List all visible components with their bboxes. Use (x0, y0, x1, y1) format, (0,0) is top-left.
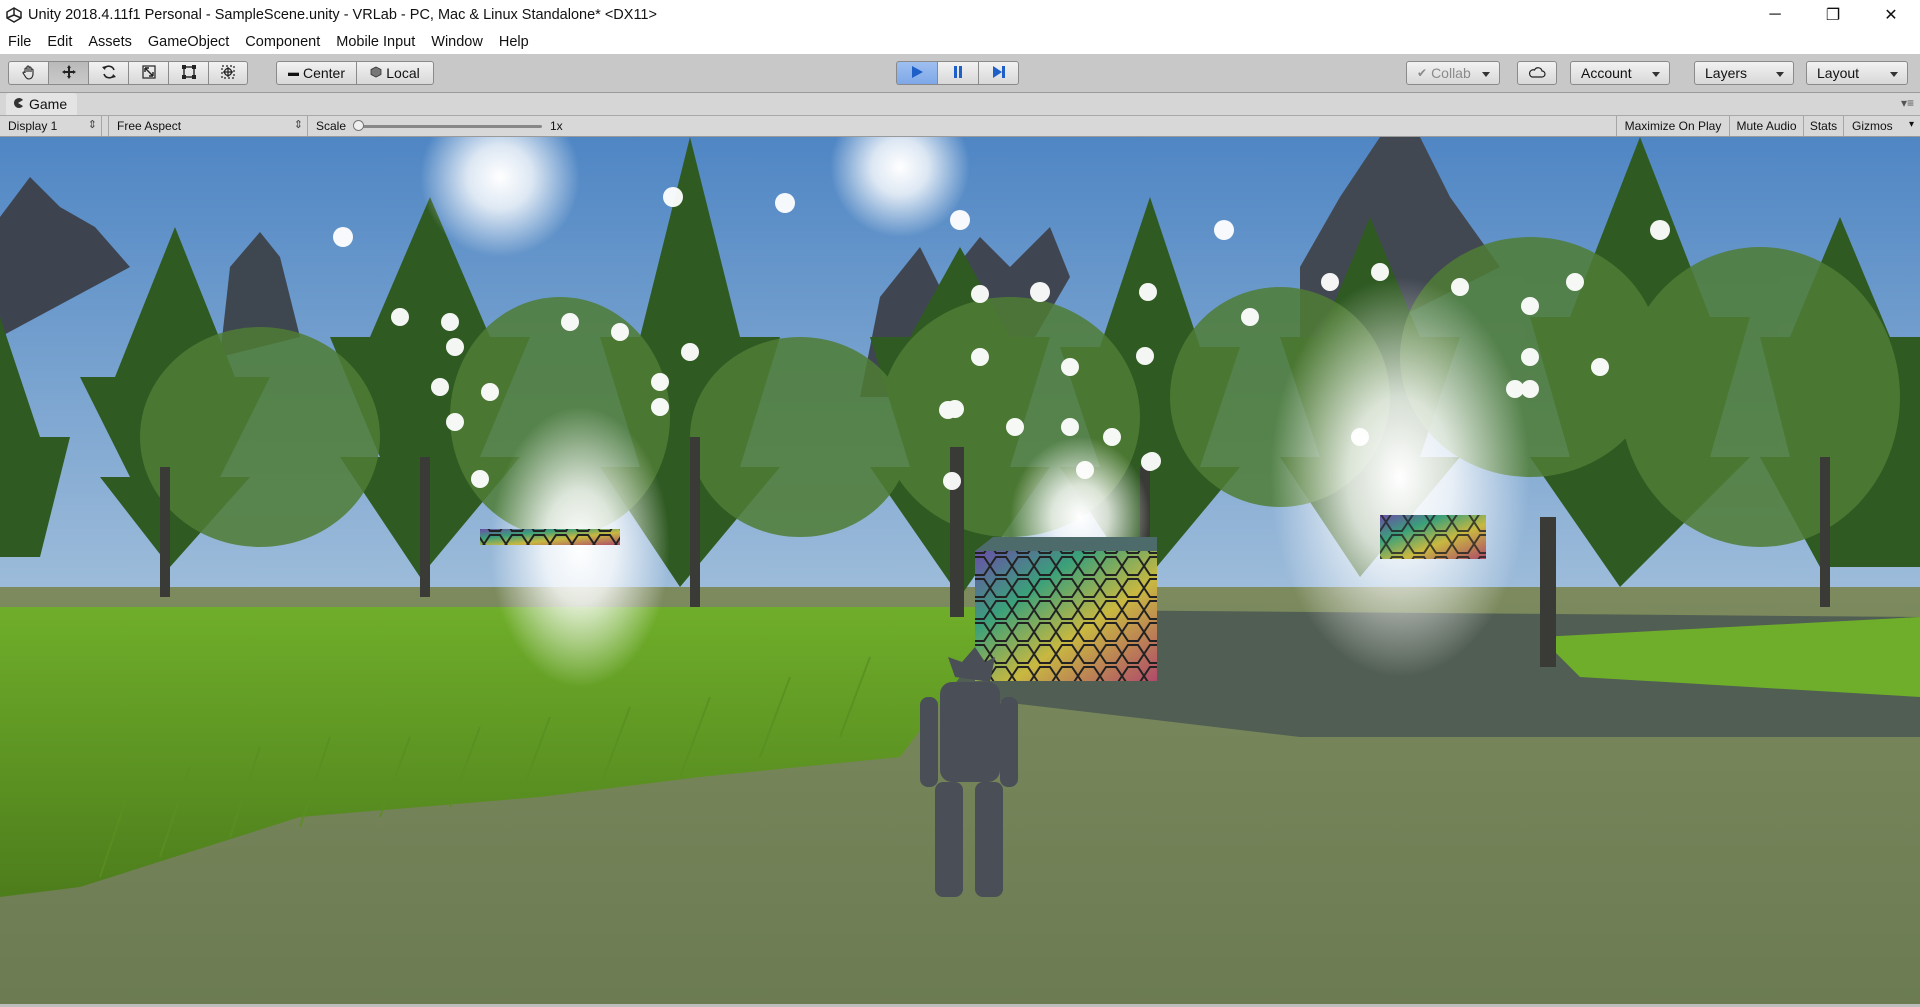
menu-help[interactable]: Help (491, 34, 537, 50)
account-group: Account (1570, 61, 1670, 85)
hand-tool-icon (21, 64, 37, 83)
step-icon (991, 64, 1007, 83)
pivot-center-label: Center (302, 65, 346, 81)
game-pacman-icon (12, 97, 24, 112)
maximize-on-play-toggle[interactable]: Maximize On Play (1616, 116, 1729, 136)
collab-group: ✔ Collab (1406, 61, 1500, 85)
move-tool-icon (61, 64, 77, 83)
scale-tool-button[interactable] (128, 61, 168, 85)
layout-dropdown[interactable]: Layout (1806, 61, 1908, 85)
pivot-center-button[interactable]: ▬ Center (276, 61, 356, 85)
rect-tool-button[interactable] (168, 61, 208, 85)
tab-game[interactable]: Game (6, 93, 78, 115)
scale-tool-icon (141, 64, 157, 83)
play-controls (896, 61, 1019, 85)
title-bar: Unity 2018.4.11f1 Personal - SampleScene… (0, 0, 1920, 30)
gizmos-label: Gizmos (1852, 119, 1893, 133)
cloud-button[interactable] (1517, 61, 1557, 85)
game-view[interactable] (0, 137, 1920, 1004)
cloud-icon (1528, 65, 1546, 81)
gizmos-arrow-icon: ▾ (1908, 119, 1914, 130)
pivot-controls: ▬ Center Local (276, 61, 434, 85)
local-cube-icon (370, 65, 382, 81)
menu-component[interactable]: Component (237, 34, 328, 50)
move-tool-button[interactable] (48, 61, 88, 85)
restore-button[interactable]: ❐ (1804, 0, 1862, 30)
scale-label: Scale (316, 119, 347, 133)
play-button[interactable] (896, 61, 937, 85)
transform-tools (8, 61, 248, 85)
game-toolbar: Display 1 Free Aspect Scale 1x Maximize … (0, 116, 1920, 137)
pivot-local-button[interactable]: Local (356, 61, 434, 85)
transform-tool-icon (220, 64, 236, 83)
menu-edit[interactable]: Edit (39, 34, 80, 50)
account-label: Account (1581, 65, 1632, 81)
stats-toggle[interactable]: Stats (1803, 116, 1843, 136)
menu-bar: File Edit Assets GameObject Component Mo… (0, 30, 1920, 54)
cloud-group (1517, 61, 1557, 85)
menu-window[interactable]: Window (423, 34, 491, 50)
scale-slider-thumb[interactable] (353, 120, 364, 131)
unity-logo-icon (4, 5, 24, 25)
layout-group: Layout (1806, 61, 1908, 85)
close-button[interactable]: ✕ (1862, 0, 1920, 30)
game-scene-render (0, 137, 1920, 1004)
aspect-select-label: Free Aspect (117, 119, 182, 133)
rect-tool-icon (181, 64, 197, 83)
menu-file[interactable]: File (0, 34, 39, 50)
scale-value: 1x (550, 119, 563, 133)
maximize-on-play-label: Maximize On Play (1624, 119, 1722, 133)
aspect-select[interactable]: Free Aspect (108, 116, 308, 136)
scale-slider-track[interactable] (356, 125, 542, 128)
play-icon (909, 64, 925, 83)
menu-assets[interactable]: Assets (80, 34, 140, 50)
layers-dropdown[interactable]: Layers (1694, 61, 1794, 85)
menu-gameobject[interactable]: GameObject (140, 34, 237, 50)
gizmos-dropdown[interactable]: Gizmos ▾ (1843, 116, 1920, 136)
layers-group: Layers (1694, 61, 1794, 85)
display-select-label: Display 1 (8, 119, 58, 133)
game-tab-label: Game (29, 96, 68, 112)
account-dropdown[interactable]: Account (1570, 61, 1670, 85)
panel-menu-icon[interactable]: ▾≡ (1901, 96, 1914, 110)
step-button[interactable] (978, 61, 1019, 85)
transform-tool-button[interactable] (208, 61, 248, 85)
pause-button[interactable] (937, 61, 978, 85)
pause-icon (950, 64, 966, 83)
collab-label: Collab (1431, 65, 1471, 81)
window-title: Unity 2018.4.11f1 Personal - SampleScene… (28, 7, 657, 23)
mute-audio-toggle[interactable]: Mute Audio (1729, 116, 1803, 136)
layers-label: Layers (1705, 65, 1748, 81)
menu-mobile-input[interactable]: Mobile Input (328, 34, 423, 50)
main-toolbar: ▬ Center Local ✔ Collab Account Layers L… (0, 54, 1920, 93)
minimize-button[interactable]: ─ (1746, 0, 1804, 30)
hand-tool-button[interactable] (8, 61, 48, 85)
game-panel-header: Game ▾≡ (0, 93, 1920, 116)
rotate-tool-button[interactable] (88, 61, 128, 85)
pivot-local-label: Local (386, 65, 420, 81)
mute-audio-label: Mute Audio (1736, 119, 1797, 133)
rotate-tool-icon (101, 64, 117, 83)
layout-label: Layout (1817, 65, 1860, 81)
display-select[interactable]: Display 1 (0, 116, 102, 136)
collab-check-icon: ✔ (1417, 66, 1428, 80)
collab-dropdown[interactable]: ✔ Collab (1406, 61, 1500, 85)
pivot-center-icon: ▬ (287, 67, 299, 79)
stats-label: Stats (1809, 119, 1838, 133)
